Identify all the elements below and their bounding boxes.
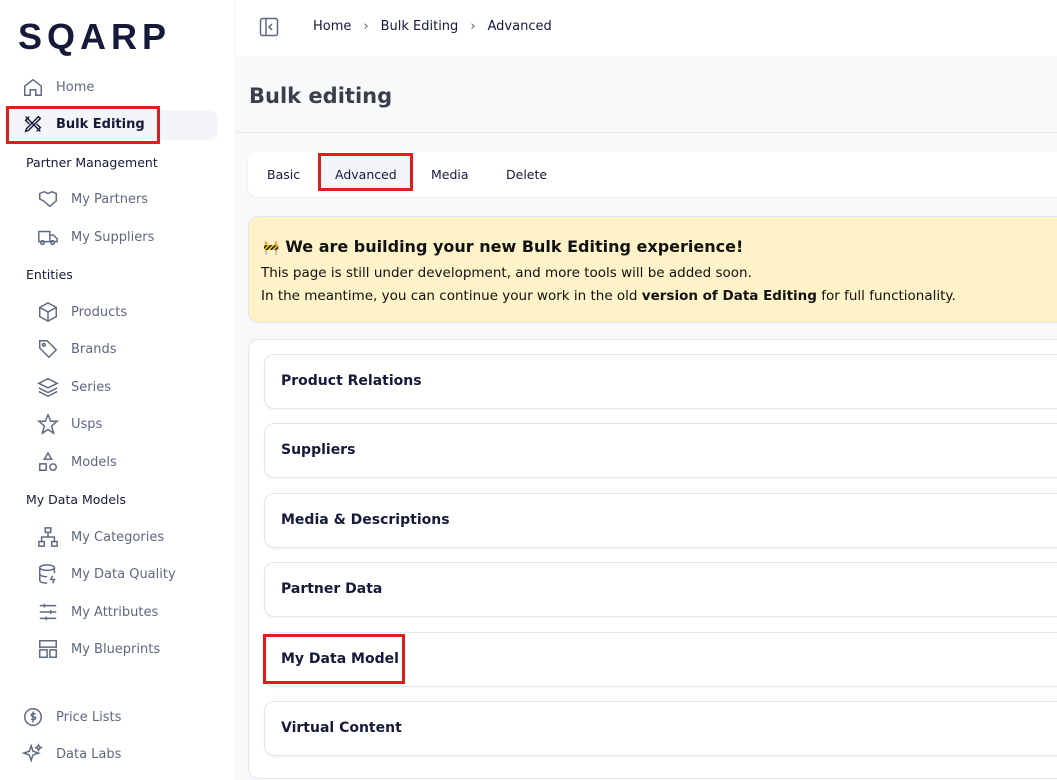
- section-product-relations[interactable]: Product Relations: [264, 354, 1057, 409]
- sparkles-icon: [22, 743, 43, 763]
- handshake-icon: [39, 190, 57, 208]
- breadcrumb-advanced: Advanced: [487, 19, 552, 34]
- truck-icon: [38, 230, 58, 246]
- divider: [236, 132, 1057, 133]
- section-partner-management: Partner Management: [26, 155, 158, 170]
- layout-icon: [39, 640, 57, 658]
- sidebar-item-brands[interactable]: Brands: [37, 338, 117, 360]
- sidebar: SQARP Home Bulk Editing Partner Manageme…: [0, 0, 234, 780]
- section-partner-data[interactable]: Partner Data: [264, 562, 1057, 617]
- label: Price Lists: [56, 709, 122, 725]
- label: My Attributes: [71, 604, 159, 620]
- collapse-sidebar-icon[interactable]: [259, 17, 279, 37]
- banner-line-1: This page is still under development, an…: [261, 265, 752, 281]
- section-media-descriptions[interactable]: Media & Descriptions: [264, 493, 1057, 548]
- chevron-right-icon: ›: [470, 19, 476, 34]
- section-my-data-models: My Data Models: [26, 492, 127, 507]
- text: In the meantime, you can continue your w…: [261, 288, 642, 304]
- info-banner: 🚧 We are building your new Bulk Editing e…: [248, 216, 1057, 323]
- sidebar-item-usps[interactable]: Usps: [37, 413, 102, 435]
- label: My Data Quality: [71, 566, 176, 582]
- sidebar-item-price-lists[interactable]: Price Lists: [22, 706, 121, 728]
- sidebar-item-my-attributes[interactable]: My Attributes: [37, 601, 158, 623]
- dollar-circle-icon: [24, 708, 42, 726]
- shapes-icon: [39, 451, 57, 471]
- star-icon: [37, 413, 59, 435]
- old-data-editing-link[interactable]: version of Data Editing: [642, 288, 817, 304]
- label: Media & Descriptions: [281, 512, 450, 528]
- section-suppliers[interactable]: Suppliers: [264, 423, 1057, 478]
- sidebar-item-series[interactable]: Series: [37, 376, 111, 398]
- page-title: Bulk editing: [249, 84, 393, 108]
- section-virtual-content[interactable]: Virtual Content: [264, 701, 1057, 756]
- breadcrumb-home[interactable]: Home: [313, 19, 351, 34]
- tag-icon: [39, 340, 58, 359]
- label: Products: [71, 304, 128, 320]
- sidebar-item-home[interactable]: Home: [22, 76, 94, 98]
- label: My Blueprints: [71, 641, 161, 657]
- sidebar-item-models[interactable]: Models: [37, 451, 117, 473]
- database-icon: [39, 564, 56, 584]
- label: Suppliers: [281, 442, 356, 458]
- label: My Suppliers: [71, 229, 155, 245]
- sidebar-item-data-labs[interactable]: Data Labs: [22, 743, 121, 765]
- breadcrumb-bulk-editing[interactable]: Bulk Editing: [381, 19, 459, 34]
- hierarchy-icon: [38, 527, 58, 547]
- box-icon: [39, 301, 57, 323]
- tab-media[interactable]: Media: [431, 167, 469, 182]
- label: Usps: [71, 416, 103, 432]
- tab-basic[interactable]: Basic: [267, 167, 300, 182]
- tab-delete[interactable]: Delete: [506, 167, 547, 182]
- sliders-icon: [39, 603, 57, 621]
- construction-icon: 🚧: [263, 241, 280, 256]
- sidebar-item-my-categories[interactable]: My Categories: [37, 526, 164, 548]
- sidebar-item-my-blueprints[interactable]: My Blueprints: [37, 638, 160, 660]
- label: My Categories: [71, 529, 165, 545]
- sidebar-item-products[interactable]: Products: [37, 301, 127, 323]
- highlight-box: [318, 153, 413, 191]
- label: Data Labs: [56, 746, 122, 762]
- banner-title: We are building your new Bulk Editing ex…: [285, 237, 744, 256]
- label: Virtual Content: [281, 720, 402, 736]
- logo: SQARP: [18, 16, 172, 57]
- section-entities: Entities: [26, 267, 73, 282]
- label: Home: [56, 79, 95, 95]
- label: Series: [71, 379, 111, 395]
- text: for full functionality.: [816, 288, 956, 304]
- layers-icon: [37, 377, 59, 397]
- sidebar-item-my-data-quality[interactable]: My Data Quality: [37, 563, 176, 585]
- highlight-box: [6, 106, 160, 144]
- highlight-box: [263, 634, 405, 684]
- label: Models: [71, 454, 117, 470]
- sidebar-item-my-partners[interactable]: My Partners: [37, 188, 148, 210]
- sidebar-item-my-suppliers[interactable]: My Suppliers: [37, 226, 154, 248]
- home-icon: [24, 78, 42, 96]
- breadcrumb: Home › Bulk Editing › Advanced: [313, 19, 552, 34]
- chevron-right-icon: ›: [363, 19, 369, 34]
- label: Brands: [71, 341, 117, 357]
- label: Partner Data: [281, 581, 383, 597]
- banner-line-2: In the meantime, you can continue your w…: [261, 288, 956, 304]
- label: Product Relations: [281, 373, 422, 389]
- label: My Partners: [71, 191, 149, 207]
